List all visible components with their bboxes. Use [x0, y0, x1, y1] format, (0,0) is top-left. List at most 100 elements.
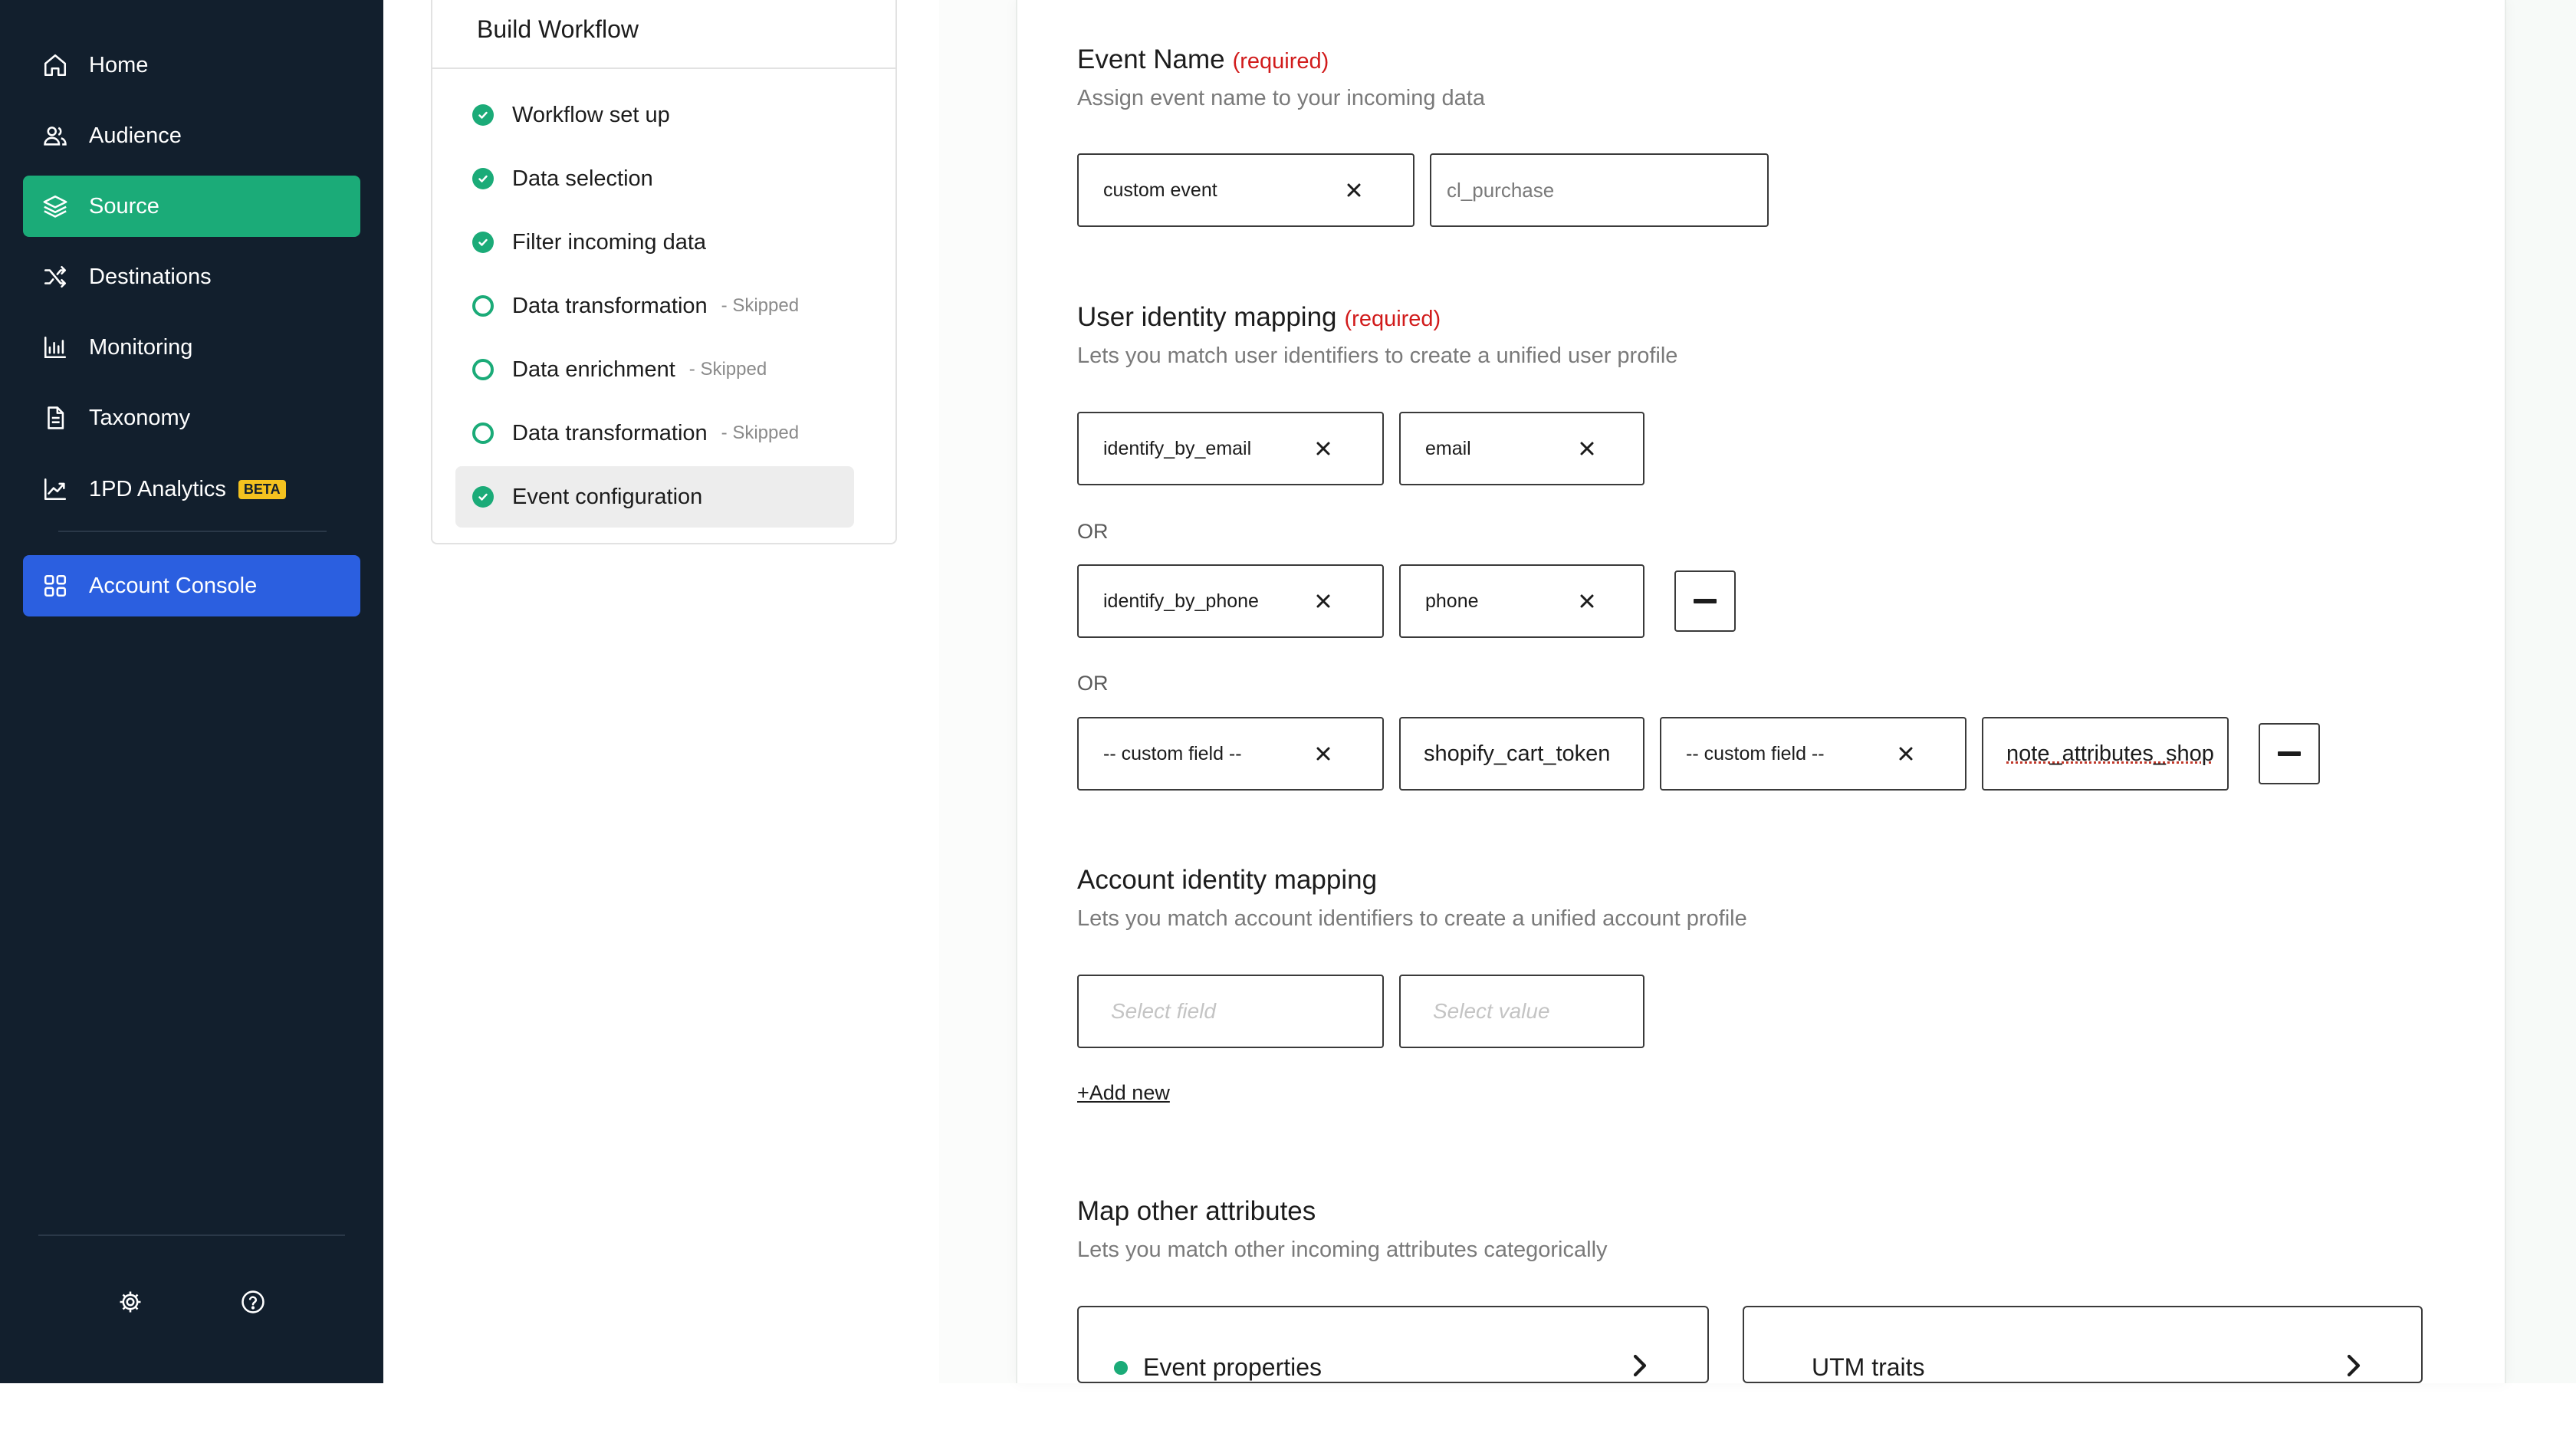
document-icon	[40, 403, 71, 433]
sidebar-item-monitoring[interactable]: Monitoring	[23, 317, 360, 378]
sidebar-item-source[interactable]: Source	[23, 176, 360, 237]
status-dot	[1114, 1361, 1128, 1375]
sidebar-item-destinations[interactable]: Destinations	[23, 246, 360, 307]
step-data-enrichment[interactable]: Data enrichment - Skipped	[455, 339, 854, 400]
gear-icon[interactable]	[115, 1287, 146, 1317]
account-identity-heading: Account identity mapping	[1077, 865, 1377, 896]
check-icon	[472, 232, 494, 253]
identity-field-value: -- custom field --	[1103, 743, 1312, 765]
close-icon[interactable]	[1576, 590, 1598, 613]
step-label: Data transformation	[512, 421, 708, 446]
sidebar-item-label: Home	[89, 53, 148, 78]
sidebar-item-audience[interactable]: Audience	[23, 105, 360, 166]
workflow-title: Build Workflow	[477, 15, 639, 44]
card-label: Event properties	[1143, 1353, 1322, 1382]
sidebar-item-label: Source	[89, 194, 159, 219]
account-field-select[interactable]: Select field	[1077, 975, 1384, 1048]
close-icon[interactable]	[1894, 742, 1917, 765]
skipped-note: - Skipped	[721, 295, 799, 317]
step-data-transformation-2[interactable]: Data transformation - Skipped	[455, 403, 854, 464]
section-title: User identity mapping	[1077, 302, 1337, 332]
sidebar: Home Audience Source Destinations Monito…	[0, 0, 383, 1383]
identity-field-value: -- custom field --	[1686, 743, 1894, 765]
identity-value: phone	[1425, 590, 1576, 613]
event-name-subtitle: Assign event name to your incoming data	[1077, 86, 1485, 111]
skipped-note: - Skipped	[721, 422, 799, 444]
close-icon[interactable]	[1312, 590, 1335, 613]
step-data-selection[interactable]: Data selection	[455, 148, 854, 209]
user-identity-heading: User identity mapping (required)	[1077, 302, 1441, 333]
sidebar-item-label: 1PD Analytics	[89, 477, 226, 502]
event-properties-card[interactable]: Event properties	[1077, 1306, 1709, 1383]
identity-value: shopify_cart_token	[1424, 741, 1643, 767]
remove-row-button[interactable]	[1674, 570, 1736, 632]
step-workflow-set-up[interactable]: Workflow set up	[455, 84, 854, 146]
identity-value-input[interactable]: shopify_cart_token	[1399, 717, 1644, 791]
user-identity-subtitle: Lets you match user identifiers to creat…	[1077, 344, 1677, 369]
utm-traits-card[interactable]: UTM traits	[1743, 1306, 2423, 1383]
close-icon[interactable]	[1312, 437, 1335, 460]
identity-field-select[interactable]: identify_by_phone	[1077, 564, 1384, 638]
event-type-select[interactable]: custom event	[1077, 153, 1414, 227]
identity-value-input[interactable]: note_attributes_shop	[1982, 717, 2229, 791]
step-filter-incoming-data[interactable]: Filter incoming data	[455, 212, 854, 273]
layers-icon	[40, 191, 71, 222]
identity-field-select[interactable]: -- custom field --	[1077, 717, 1384, 791]
right-background	[2506, 0, 2576, 1383]
close-icon[interactable]	[1576, 437, 1598, 460]
remove-row-button[interactable]	[2259, 723, 2320, 784]
shuffle-icon	[40, 261, 71, 292]
identity-field-value: identify_by_phone	[1103, 590, 1312, 613]
check-icon	[472, 486, 494, 508]
add-new-link[interactable]: +Add new	[1077, 1081, 1170, 1105]
identity-field-select[interactable]: identify_by_email	[1077, 412, 1384, 485]
home-icon	[40, 50, 71, 81]
line-chart-icon	[40, 474, 71, 505]
gutter	[939, 0, 1016, 1383]
step-label: Workflow set up	[512, 103, 670, 128]
event-name-value: cl_purchase	[1447, 179, 1767, 202]
event-name-heading: Event Name (required)	[1077, 44, 1329, 75]
event-type-value: custom event	[1103, 179, 1342, 202]
audience-icon	[40, 120, 71, 151]
event-name-input[interactable]: cl_purchase	[1430, 153, 1769, 227]
required-label: (required)	[1233, 49, 1329, 74]
or-separator: OR	[1077, 520, 1109, 544]
sidebar-footer-divider	[38, 1234, 345, 1236]
account-value-select[interactable]: Select value	[1399, 975, 1644, 1048]
chevron-right-icon	[2340, 1352, 2367, 1379]
step-label: Data enrichment	[512, 357, 675, 383]
select-field-placeholder: Select field	[1111, 999, 1382, 1024]
sidebar-item-label: Monitoring	[89, 335, 192, 360]
sidebar-item-account-console[interactable]: Account Console	[23, 555, 360, 616]
other-attributes-subtitle: Lets you match other incoming attributes…	[1077, 1238, 1608, 1263]
step-label: Data selection	[512, 166, 653, 192]
chevron-right-icon	[1626, 1352, 1654, 1379]
sidebar-item-taxonomy[interactable]: Taxonomy	[23, 387, 360, 449]
step-label: Filter incoming data	[512, 230, 706, 255]
step-event-configuration[interactable]: Event configuration	[455, 466, 854, 528]
identity-value-select[interactable]: phone	[1399, 564, 1644, 638]
close-icon[interactable]	[1342, 179, 1365, 202]
identity-field-select[interactable]: -- custom field --	[1660, 717, 1967, 791]
step-data-transformation[interactable]: Data transformation - Skipped	[455, 275, 854, 337]
grid-icon	[40, 570, 71, 601]
check-icon	[472, 104, 494, 126]
select-value-placeholder: Select value	[1433, 999, 1643, 1024]
required-label: (required)	[1345, 307, 1441, 331]
help-icon[interactable]	[238, 1287, 268, 1317]
sidebar-item-label: Audience	[89, 123, 182, 149]
bar-chart-icon	[40, 332, 71, 363]
empty-circle-icon	[472, 359, 494, 380]
identity-value: email	[1425, 438, 1576, 460]
sidebar-item-home[interactable]: Home	[23, 35, 360, 96]
empty-circle-icon	[472, 422, 494, 444]
minus-icon	[1694, 599, 1717, 603]
step-label: Data transformation	[512, 294, 708, 319]
sidebar-item-label: Account Console	[89, 574, 257, 599]
identity-value-select[interactable]: email	[1399, 412, 1644, 485]
sidebar-item-1pd-analytics[interactable]: 1PD Analytics BETA	[23, 459, 360, 520]
account-identity-subtitle: Lets you match account identifiers to cr…	[1077, 906, 1747, 932]
close-icon[interactable]	[1312, 742, 1335, 765]
workflow-stepper: Build Workflow Workflow set up Data sele…	[431, 0, 897, 544]
